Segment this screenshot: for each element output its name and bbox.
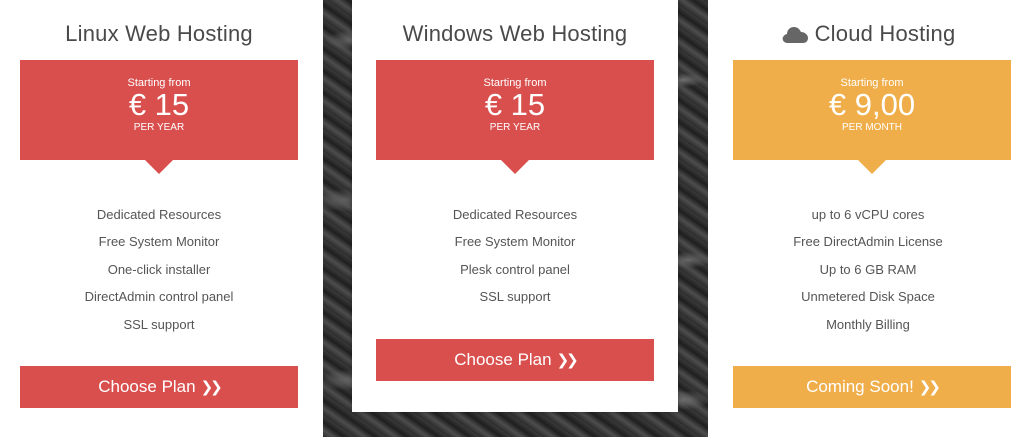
feature-item: DirectAdmin control panel [84, 289, 234, 305]
price-amount: € 9,00 [828, 87, 916, 122]
price-period: PER YEAR [489, 122, 541, 133]
feature-item: SSL support [479, 289, 551, 305]
price-box: Starting from € 15 PER YEAR [376, 60, 654, 174]
button-label: Choose Plan [454, 350, 552, 369]
button-label: Coming Soon! [806, 377, 914, 396]
price-period: PER YEAR [133, 122, 185, 133]
plan-card-linux: Linux Web Hosting Starting from € 15 PER… [0, 0, 318, 437]
choose-plan-button[interactable]: Choose Plan ❯❯ [20, 366, 298, 408]
feature-item: up to 6 vCPU cores [811, 207, 925, 222]
feature-item: Free DirectAdmin License [793, 234, 943, 250]
feature-list: Dedicated Resources Free System Monitor … [352, 206, 678, 316]
button-label: Choose Plan [98, 377, 196, 396]
double-chevron-right-icon: ❯❯ [556, 352, 579, 369]
feature-item: Free System Monitor [454, 234, 576, 250]
feature-item: Up to 6 GB RAM [819, 261, 917, 277]
feature-item: Free System Monitor [98, 234, 220, 250]
double-chevron-right-icon: ❯❯ [200, 379, 223, 396]
price-box: Starting from € 9,00 PER MONTH [733, 60, 1011, 174]
double-chevron-right-icon: ❯❯ [918, 379, 941, 396]
feature-item: Unmetered Disk Space [801, 289, 935, 305]
feature-list: up to 6 vCPU cores Free DirectAdmin Lice… [712, 206, 1024, 343]
plan-title: Windows Web Hosting [352, 21, 678, 47]
feature-item: SSL support [123, 316, 195, 332]
plan-title-text: Cloud Hosting [814, 21, 956, 46]
feature-list: Dedicated Resources Free System Monitor … [0, 206, 318, 343]
price-amount: € 15 [484, 87, 546, 122]
cloud-icon [782, 27, 808, 43]
plan-card-windows: Windows Web Hosting Starting from € 15 P… [352, 0, 678, 412]
feature-item: Dedicated Resources [96, 207, 222, 222]
choose-plan-button[interactable]: Choose Plan ❯❯ [376, 339, 654, 381]
feature-item: Dedicated Resources [452, 207, 578, 222]
feature-item: Monthly Billing [826, 316, 910, 332]
plan-card-cloud: Cloud Hosting Starting from € 9,00 PER M… [712, 0, 1024, 437]
price-box: Starting from € 15 PER YEAR [20, 60, 298, 174]
plan-title-text: Windows Web Hosting [402, 21, 628, 46]
plan-title: Linux Web Hosting [0, 21, 318, 47]
feature-item: One-click installer [107, 261, 211, 277]
plan-title-text: Linux Web Hosting [65, 21, 253, 46]
coming-soon-button[interactable]: Coming Soon! ❯❯ [733, 366, 1011, 408]
price-period: PER MONTH [842, 122, 902, 133]
price-amount: € 15 [128, 87, 190, 122]
plan-title: Cloud Hosting [712, 21, 1024, 47]
feature-item: Plesk control panel [460, 261, 570, 277]
